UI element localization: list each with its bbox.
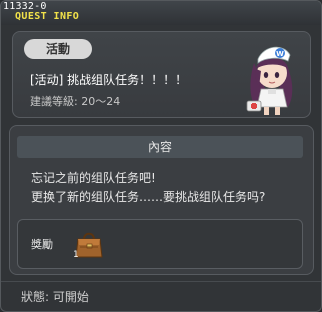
quest-status: 狀態: 可開始 [21,290,89,304]
event-tag: 活動 [24,39,92,59]
quest-name: [活动] 挑战组队任务！！！！ [30,73,188,87]
description-line: 忘记之前的组队任务吧! [31,171,156,185]
reward-count: 1 [73,250,79,260]
description-line: 更换了新的组队任务……要挑战组队任务吗? [31,190,266,204]
quest-header-panel: 活動 [活动] 挑战组队任务！！！！ 建議等級: 20～24 W [12,31,311,118]
reward-label: 獎勵 [31,238,53,251]
reward-item[interactable]: 1 [72,227,106,261]
window-title: QUEST INFO [15,11,80,22]
title-bar[interactable]: 11332-0 QUEST INFO [1,1,321,25]
content-header: 內容 [17,136,303,158]
content-panel: 內容 忘记之前的组队任务吧! 更换了新的组队任务……要挑战组队任务吗? 獎勵 1 [9,125,314,275]
svg-text:W: W [276,50,284,58]
status-bar: 狀態: 可開始 [1,281,321,311]
nurse-npc-icon: W [246,46,293,115]
quest-description: 忘记之前的组队任务吧! 更换了新的组队任务……要挑战组队任务吗? [31,169,265,207]
recommended-level: 建議等級: 20～24 [30,95,121,108]
quest-info-window: 11332-0 QUEST INFO 活動 [活动] 挑战组队任务！！！！ 建議… [0,0,322,312]
reward-box: 獎勵 1 [17,219,303,269]
